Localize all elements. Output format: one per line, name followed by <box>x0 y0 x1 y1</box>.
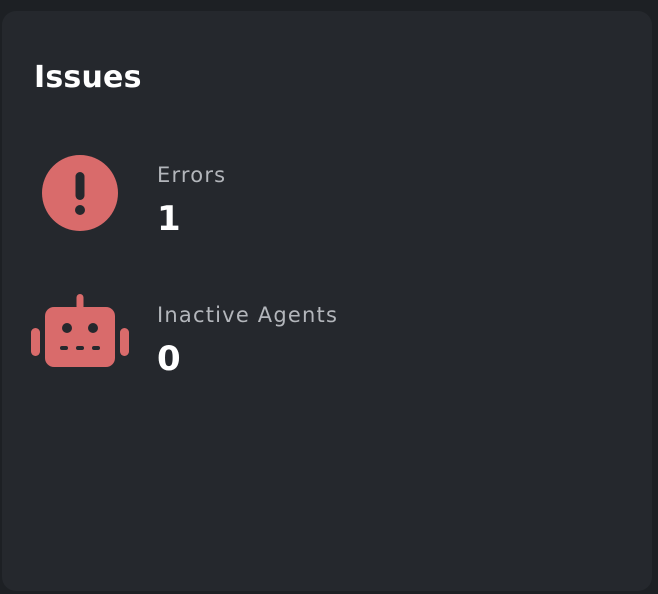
issue-count: 1 <box>157 199 181 239</box>
exclamation-circle-icon <box>42 155 118 231</box>
card-title: Issues <box>34 60 142 95</box>
robot-icon <box>31 294 129 367</box>
issue-row-errors[interactable]: Errors 1 <box>30 151 590 241</box>
issue-count: 0 <box>157 339 181 379</box>
issue-label: Inactive Agents <box>157 303 339 327</box>
issue-label: Errors <box>157 163 227 187</box>
issue-row-inactive-agents[interactable]: Inactive Agents 0 <box>30 291 590 381</box>
issues-card: Issues Errors 1 Inactive Agents 0 <box>2 11 652 591</box>
